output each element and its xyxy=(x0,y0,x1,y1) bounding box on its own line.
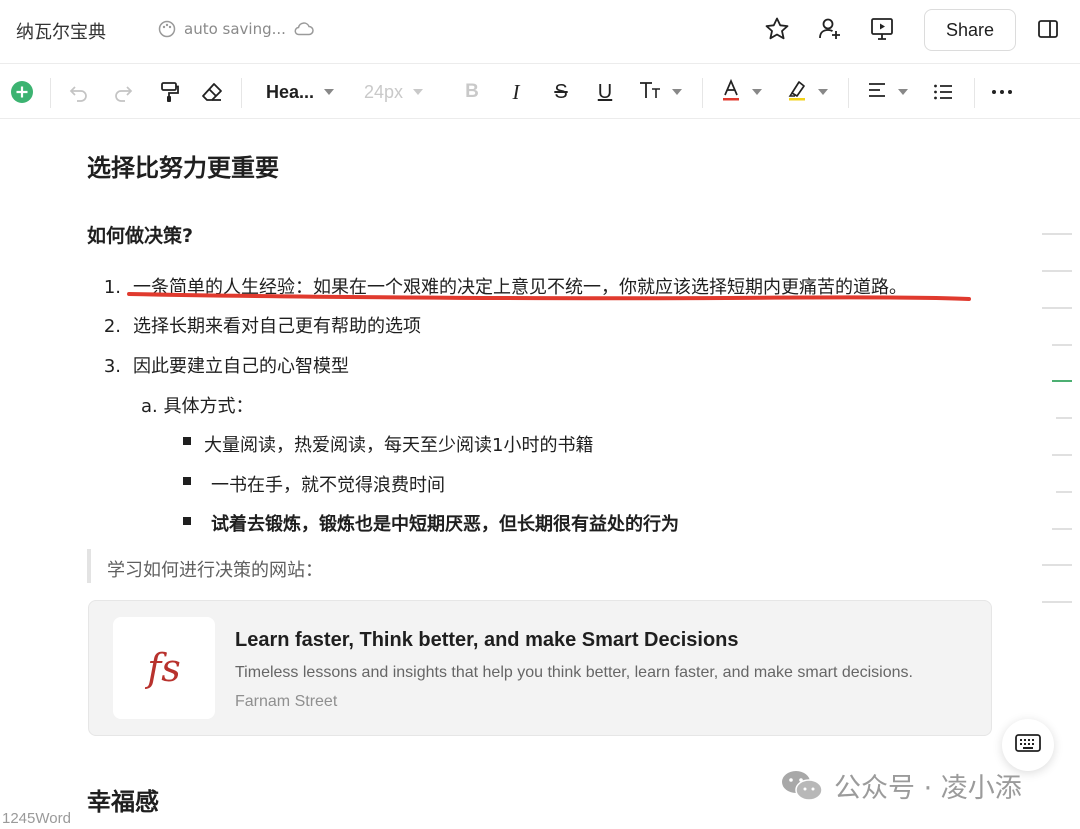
heading-select-label: Hea... xyxy=(266,81,315,102)
list-number: 2. xyxy=(103,316,121,337)
link-card[interactable]: fs Learn faster, Think better, and make … xyxy=(88,600,992,736)
font-size-select[interactable]: 24px xyxy=(364,64,434,120)
doc-title[interactable]: 纳瓦尔宝典 xyxy=(16,18,106,44)
link-card-title[interactable]: Learn faster, Think better, and make Sma… xyxy=(235,629,739,652)
sub-list-item[interactable]: a. 具体方式： xyxy=(141,392,254,418)
keyboard-icon xyxy=(1015,734,1041,756)
next-heading[interactable]: 幸福感 xyxy=(87,782,159,817)
outline-marker[interactable] xyxy=(1056,417,1072,419)
palette-icon xyxy=(158,20,176,38)
font-color-icon xyxy=(720,78,742,106)
outline-marker[interactable] xyxy=(1042,601,1072,603)
outline-marker[interactable] xyxy=(1052,344,1072,346)
outline-marker[interactable] xyxy=(1042,233,1072,235)
bullet-item[interactable]: 大量阅读，热爱阅读，每天至少阅读1小时的书籍 xyxy=(204,431,593,457)
toolbar-divider xyxy=(702,78,703,108)
list-item[interactable]: 2. 选择长期来看对自己更有帮助的选项 xyxy=(93,312,421,338)
bullet-marker xyxy=(183,517,191,525)
chevron-down-icon xyxy=(752,89,762,95)
align-dropdown[interactable] xyxy=(866,64,914,120)
presentation-icon[interactable] xyxy=(869,16,895,42)
top-bar: 纳瓦尔宝典 auto saving... Share xyxy=(0,0,1080,62)
more-icon[interactable] xyxy=(990,64,1014,120)
watermark: 公众号 · 凌小添 xyxy=(780,766,1022,805)
bullet-marker xyxy=(183,437,191,445)
bullet-item[interactable]: 试着去锻炼，锻炼也是中短期厌恶，但长期很有益处的行为 xyxy=(211,510,679,536)
strikethrough-button[interactable]: S xyxy=(550,64,572,120)
bold-button[interactable]: B xyxy=(462,64,482,120)
outline-marker-active[interactable] xyxy=(1052,380,1072,382)
section-heading[interactable]: 如何做决策? xyxy=(87,221,193,248)
link-card-source: Farnam Street xyxy=(235,693,338,710)
italic-button[interactable]: I xyxy=(506,64,526,120)
outline-marker[interactable] xyxy=(1052,454,1072,456)
list-item-text: 选择长期来看对自己更有帮助的选项 xyxy=(133,316,421,337)
chevron-down-icon xyxy=(818,89,828,95)
saving-text: auto saving... xyxy=(184,20,286,38)
outline-marker[interactable] xyxy=(1052,528,1072,530)
wechat-icon xyxy=(780,769,824,803)
bold-label: B xyxy=(465,81,479,102)
text-size-dropdown[interactable] xyxy=(638,64,686,120)
text-size-icon xyxy=(638,79,662,105)
outline-marker[interactable] xyxy=(1042,307,1072,309)
format-painter-icon[interactable] xyxy=(156,64,182,120)
chevron-down-icon xyxy=(898,89,908,95)
italic-label: I xyxy=(512,79,520,104)
document-title[interactable]: 选择比努力更重要 xyxy=(87,148,279,183)
strike-label: S xyxy=(554,80,568,103)
underline-label: U xyxy=(597,80,613,103)
heading-select[interactable]: Hea... xyxy=(266,64,338,120)
list-item-text: 因此要建立自己的心智模型 xyxy=(133,356,349,377)
highlight-dropdown[interactable] xyxy=(786,64,832,120)
site-logo: fs xyxy=(113,617,215,719)
star-icon[interactable] xyxy=(764,16,790,42)
bullet-marker xyxy=(183,477,191,485)
link-card-description: Timeless lessons and insights that help … xyxy=(235,664,913,681)
word-count: 1245Word xyxy=(2,810,71,827)
list-item[interactable]: 3. 因此要建立自己的心智模型 xyxy=(93,352,349,378)
toolbar-divider xyxy=(50,78,51,108)
add-icon[interactable] xyxy=(10,64,34,120)
align-icon xyxy=(866,80,888,104)
add-user-icon[interactable] xyxy=(817,16,843,42)
document-body[interactable]: 选择比努力更重要 如何做决策? 1. 一条简单的人生经验：如果在一个艰难的决定上意… xyxy=(0,120,1080,829)
format-toolbar: Hea... 24px B I S U xyxy=(0,63,1080,119)
toolbar-divider xyxy=(848,78,849,108)
undo-icon[interactable] xyxy=(66,64,92,120)
outline-marker[interactable] xyxy=(1056,491,1072,493)
outline-marker[interactable] xyxy=(1042,564,1072,566)
list-number: 1. xyxy=(103,277,121,298)
cloud-icon xyxy=(294,22,314,36)
list-item[interactable]: 1. 一条简单的人生经验：如果在一个艰难的决定上意见不统一，你就应该选择短期内更痛… xyxy=(93,273,907,299)
saving-status: auto saving... xyxy=(158,20,314,38)
share-button[interactable]: Share xyxy=(924,9,1016,51)
list-icon[interactable] xyxy=(932,64,954,120)
bullet-item[interactable]: 一书在手，就不觉得浪费时间 xyxy=(211,471,445,497)
chevron-down-icon xyxy=(324,89,335,95)
highlight-icon xyxy=(786,78,808,106)
sub-list-number: a. xyxy=(141,396,158,417)
redo-icon[interactable] xyxy=(110,64,136,120)
toolbar-divider xyxy=(241,78,242,108)
eraser-icon[interactable] xyxy=(199,64,225,120)
keyboard-button[interactable] xyxy=(1002,719,1054,771)
font-size-label: 24px xyxy=(364,81,404,102)
chevron-down-icon xyxy=(672,89,682,95)
outline-marker[interactable] xyxy=(1042,270,1072,272)
list-number: 3. xyxy=(103,356,121,377)
chevron-down-icon xyxy=(413,89,424,95)
blockquote[interactable]: 学习如何进行决策的网站： xyxy=(107,556,323,582)
watermark-text: 公众号 · 凌小添 xyxy=(834,773,1022,804)
quote-bar xyxy=(87,549,91,583)
sub-list-text: 具体方式： xyxy=(163,396,254,417)
list-item-text: 一条简单的人生经验：如果在一个艰难的决定上意见不统一，你就应该选择短期内更痛苦的… xyxy=(133,277,907,298)
sidebar-toggle-icon[interactable] xyxy=(1035,16,1061,42)
underline-button[interactable]: U xyxy=(594,64,616,120)
logo-text: fs xyxy=(147,646,181,690)
toolbar-divider xyxy=(974,78,975,108)
font-color-dropdown[interactable] xyxy=(720,64,766,120)
